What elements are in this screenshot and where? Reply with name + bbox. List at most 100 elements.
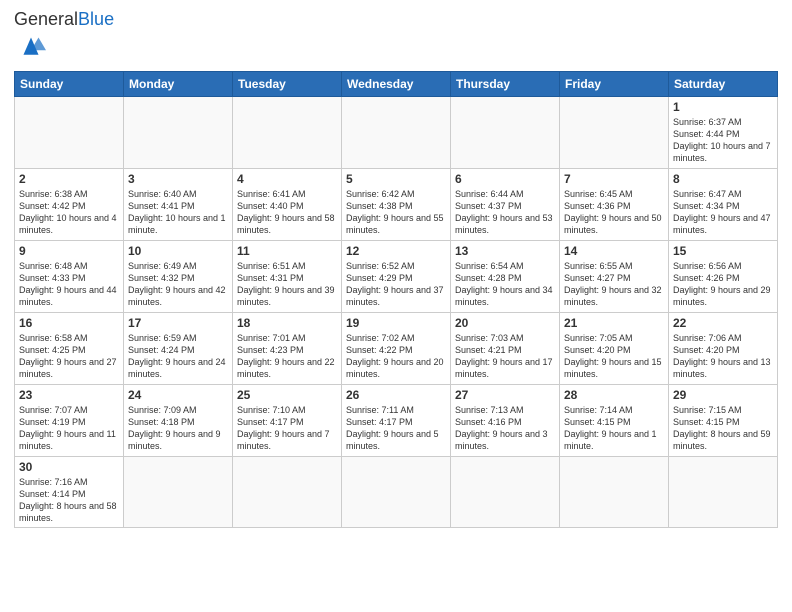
day-number: 11 bbox=[237, 244, 337, 258]
calendar-cell: 19 Sunrise: 7:02 AMSunset: 4:22 PMDayligh… bbox=[342, 312, 451, 384]
logo-icon bbox=[16, 30, 46, 60]
header: GeneralBlue bbox=[14, 10, 778, 65]
day-number: 25 bbox=[237, 388, 337, 402]
day-number: 24 bbox=[128, 388, 228, 402]
day-info: Sunrise: 6:40 AMSunset: 4:41 PMDaylight:… bbox=[128, 188, 228, 237]
day-number: 1 bbox=[673, 100, 773, 114]
day-number: 6 bbox=[455, 172, 555, 186]
day-info: Sunrise: 7:02 AMSunset: 4:22 PMDaylight:… bbox=[346, 332, 446, 381]
calendar-cell: 29 Sunrise: 7:15 AMSunset: 4:15 PMDayligh… bbox=[669, 384, 778, 456]
calendar-cell: 27 Sunrise: 7:13 AMSunset: 4:16 PMDayligh… bbox=[451, 384, 560, 456]
calendar-body: 1Sunrise: 6:37 AMSunset: 4:44 PMDaylight… bbox=[15, 96, 778, 528]
calendar-week-6: 30 Sunrise: 7:16 AMSunset: 4:14 PMDayligh… bbox=[15, 456, 778, 528]
day-number: 4 bbox=[237, 172, 337, 186]
day-info: Sunrise: 7:10 AMSunset: 4:17 PMDaylight:… bbox=[237, 404, 337, 453]
day-number: 18 bbox=[237, 316, 337, 330]
day-number: 2 bbox=[19, 172, 119, 186]
calendar-week-3: 9 Sunrise: 6:48 AMSunset: 4:33 PMDaylight… bbox=[15, 240, 778, 312]
day-number: 12 bbox=[346, 244, 446, 258]
calendar-cell: 30 Sunrise: 7:16 AMSunset: 4:14 PMDayligh… bbox=[15, 456, 124, 528]
day-info: Sunrise: 6:41 AMSunset: 4:40 PMDaylight:… bbox=[237, 188, 337, 237]
weekday-header-friday: Friday bbox=[560, 71, 669, 96]
day-number: 26 bbox=[346, 388, 446, 402]
day-info: Sunrise: 6:55 AMSunset: 4:27 PMDaylight:… bbox=[564, 260, 664, 309]
calendar-cell: 12 Sunrise: 6:52 AMSunset: 4:29 PMDayligh… bbox=[342, 240, 451, 312]
logo-general: General bbox=[14, 9, 78, 29]
calendar-week-1: 1Sunrise: 6:37 AMSunset: 4:44 PMDaylight… bbox=[15, 96, 778, 168]
day-info: Sunrise: 6:58 AMSunset: 4:25 PMDaylight:… bbox=[19, 332, 119, 381]
calendar-cell bbox=[233, 96, 342, 168]
calendar-header: SundayMondayTuesdayWednesdayThursdayFrid… bbox=[15, 71, 778, 96]
day-info: Sunrise: 6:45 AMSunset: 4:36 PMDaylight:… bbox=[564, 188, 664, 237]
day-number: 14 bbox=[564, 244, 664, 258]
weekday-header-saturday: Saturday bbox=[669, 71, 778, 96]
calendar-cell bbox=[342, 96, 451, 168]
calendar-cell bbox=[342, 456, 451, 528]
calendar-cell: 20Sunrise: 7:03 AMSunset: 4:21 PMDayligh… bbox=[451, 312, 560, 384]
calendar-cell: 13 Sunrise: 6:54 AMSunset: 4:28 PMDayligh… bbox=[451, 240, 560, 312]
calendar-cell: 24 Sunrise: 7:09 AMSunset: 4:18 PMDayligh… bbox=[124, 384, 233, 456]
calendar-week-4: 16Sunrise: 6:58 AMSunset: 4:25 PMDayligh… bbox=[15, 312, 778, 384]
day-info: Sunrise: 7:07 AMSunset: 4:19 PMDaylight:… bbox=[19, 404, 119, 453]
day-info: Sunrise: 6:54 AMSunset: 4:28 PMDaylight:… bbox=[455, 260, 555, 309]
calendar-week-5: 23Sunrise: 7:07 AMSunset: 4:19 PMDayligh… bbox=[15, 384, 778, 456]
calendar-cell: 2 Sunrise: 6:38 AMSunset: 4:42 PMDaylight… bbox=[15, 168, 124, 240]
calendar-cell bbox=[560, 456, 669, 528]
calendar-cell bbox=[451, 96, 560, 168]
calendar-cell: 9 Sunrise: 6:48 AMSunset: 4:33 PMDaylight… bbox=[15, 240, 124, 312]
calendar-cell bbox=[669, 456, 778, 528]
calendar-cell: 23Sunrise: 7:07 AMSunset: 4:19 PMDayligh… bbox=[15, 384, 124, 456]
day-info: Sunrise: 7:13 AMSunset: 4:16 PMDaylight:… bbox=[455, 404, 555, 453]
logo-area: GeneralBlue bbox=[14, 10, 114, 65]
weekday-header-wednesday: Wednesday bbox=[342, 71, 451, 96]
calendar-cell: 10Sunrise: 6:49 AMSunset: 4:32 PMDayligh… bbox=[124, 240, 233, 312]
day-info: Sunrise: 7:03 AMSunset: 4:21 PMDaylight:… bbox=[455, 332, 555, 381]
day-number: 9 bbox=[19, 244, 119, 258]
calendar-cell bbox=[15, 96, 124, 168]
calendar-cell: 4 Sunrise: 6:41 AMSunset: 4:40 PMDaylight… bbox=[233, 168, 342, 240]
day-info: Sunrise: 6:38 AMSunset: 4:42 PMDaylight:… bbox=[19, 188, 119, 237]
day-number: 8 bbox=[673, 172, 773, 186]
calendar-cell: 14 Sunrise: 6:55 AMSunset: 4:27 PMDayligh… bbox=[560, 240, 669, 312]
calendar-cell: 5Sunrise: 6:42 AMSunset: 4:38 PMDaylight… bbox=[342, 168, 451, 240]
weekday-header-tuesday: Tuesday bbox=[233, 71, 342, 96]
day-number: 5 bbox=[346, 172, 446, 186]
day-number: 22 bbox=[673, 316, 773, 330]
calendar-cell: 3Sunrise: 6:40 AMSunset: 4:41 PMDaylight… bbox=[124, 168, 233, 240]
day-info: Sunrise: 7:15 AMSunset: 4:15 PMDaylight:… bbox=[673, 404, 773, 453]
day-info: Sunrise: 6:59 AMSunset: 4:24 PMDaylight:… bbox=[128, 332, 228, 381]
day-number: 19 bbox=[346, 316, 446, 330]
calendar-cell: 21Sunrise: 7:05 AMSunset: 4:20 PMDayligh… bbox=[560, 312, 669, 384]
day-number: 21 bbox=[564, 316, 664, 330]
day-number: 13 bbox=[455, 244, 555, 258]
day-number: 15 bbox=[673, 244, 773, 258]
day-info: Sunrise: 7:01 AMSunset: 4:23 PMDaylight:… bbox=[237, 332, 337, 381]
calendar-cell: 22 Sunrise: 7:06 AMSunset: 4:20 PMDayligh… bbox=[669, 312, 778, 384]
day-info: Sunrise: 7:16 AMSunset: 4:14 PMDaylight:… bbox=[19, 476, 119, 525]
day-info: Sunrise: 7:09 AMSunset: 4:18 PMDaylight:… bbox=[128, 404, 228, 453]
day-info: Sunrise: 6:48 AMSunset: 4:33 PMDaylight:… bbox=[19, 260, 119, 309]
weekday-header-row: SundayMondayTuesdayWednesdayThursdayFrid… bbox=[15, 71, 778, 96]
day-info: Sunrise: 7:06 AMSunset: 4:20 PMDaylight:… bbox=[673, 332, 773, 381]
day-info: Sunrise: 7:14 AMSunset: 4:15 PMDaylight:… bbox=[564, 404, 664, 453]
day-info: Sunrise: 6:52 AMSunset: 4:29 PMDaylight:… bbox=[346, 260, 446, 309]
logo: GeneralBlue bbox=[14, 10, 114, 65]
day-number: 29 bbox=[673, 388, 773, 402]
weekday-header-thursday: Thursday bbox=[451, 71, 560, 96]
day-number: 27 bbox=[455, 388, 555, 402]
calendar-table: SundayMondayTuesdayWednesdayThursdayFrid… bbox=[14, 71, 778, 529]
calendar-cell: 25 Sunrise: 7:10 AMSunset: 4:17 PMDayligh… bbox=[233, 384, 342, 456]
calendar-cell: 11Sunrise: 6:51 AMSunset: 4:31 PMDayligh… bbox=[233, 240, 342, 312]
calendar-cell bbox=[233, 456, 342, 528]
weekday-header-monday: Monday bbox=[124, 71, 233, 96]
calendar-cell: 6Sunrise: 6:44 AMSunset: 4:37 PMDaylight… bbox=[451, 168, 560, 240]
weekday-header-sunday: Sunday bbox=[15, 71, 124, 96]
calendar-cell: 16Sunrise: 6:58 AMSunset: 4:25 PMDayligh… bbox=[15, 312, 124, 384]
day-info: Sunrise: 6:47 AMSunset: 4:34 PMDaylight:… bbox=[673, 188, 773, 237]
page: GeneralBlue SundayMondayTuesdayWednesday… bbox=[0, 0, 792, 538]
calendar-cell: 8 Sunrise: 6:47 AMSunset: 4:34 PMDaylight… bbox=[669, 168, 778, 240]
day-info: Sunrise: 6:49 AMSunset: 4:32 PMDaylight:… bbox=[128, 260, 228, 309]
day-number: 30 bbox=[19, 460, 119, 474]
logo-blue: Blue bbox=[78, 9, 114, 29]
calendar-cell: 18 Sunrise: 7:01 AMSunset: 4:23 PMDayligh… bbox=[233, 312, 342, 384]
